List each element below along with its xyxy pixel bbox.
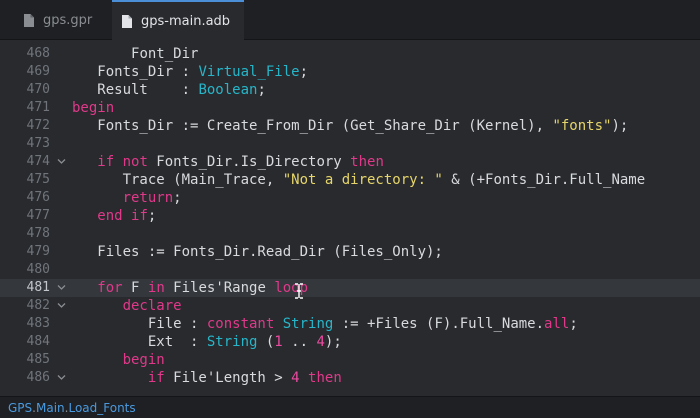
text-cursor-icon xyxy=(294,283,304,299)
line-number: 480 xyxy=(26,262,50,277)
line-number: 479 xyxy=(26,244,50,259)
code-text: return; xyxy=(122,190,182,206)
code-line[interactable]: 478 xyxy=(0,225,700,243)
status-bar: GPS. Main. Load_Fonts xyxy=(0,396,700,418)
code-text: end if; xyxy=(97,208,157,224)
gps-ide-window: gps.gpr gps-main.adb 468 Font_Dir 469 Fon… xyxy=(0,0,700,418)
code-text: Font_Dir xyxy=(131,46,199,62)
code-text: begin xyxy=(72,100,115,116)
code-text: Ext : String (1 .. 4); xyxy=(72,334,342,350)
code-line[interactable]: 485 begin xyxy=(0,351,700,369)
code-line[interactable]: 484 Ext : String (1 .. 4); xyxy=(0,333,700,351)
line-number: 485 xyxy=(26,352,50,367)
code-line[interactable]: 483 File : constant String := +Files (F)… xyxy=(0,315,700,333)
code-line[interactable]: 473 xyxy=(0,135,700,153)
code-text: Files := Fonts_Dir.Read_Dir (Files_Only)… xyxy=(72,244,443,260)
breadcrumb-gps[interactable]: GPS xyxy=(8,401,32,415)
line-number: 471 xyxy=(26,100,50,115)
code-line[interactable]: 470 Result : Boolean; xyxy=(0,81,700,99)
fold-chevron-icon[interactable] xyxy=(57,373,66,382)
line-number: 468 xyxy=(26,46,50,61)
tab-gps-main-adb[interactable]: gps-main.adb xyxy=(112,0,244,40)
line-number: 477 xyxy=(26,208,50,223)
code-text: if File'Length > 4 then xyxy=(147,370,342,386)
code-line[interactable]: 469 Fonts_Dir : Virtual_File; xyxy=(0,63,700,81)
code-line[interactable]: 471 begin xyxy=(0,99,700,117)
code-text: Fonts_Dir := Create_From_Dir (Get_Share_… xyxy=(72,118,629,134)
code-line[interactable]: 476 return; xyxy=(0,189,700,207)
code-line[interactable]: 472 Fonts_Dir := Create_From_Dir (Get_Sh… xyxy=(0,117,700,135)
code-editor[interactable]: 468 Font_Dir 469 Fonts_Dir : Virtual_File… xyxy=(0,40,700,396)
breadcrumb-load-fonts[interactable]: Load_Fonts xyxy=(68,401,135,415)
breadcrumb-main[interactable]: Main xyxy=(36,401,65,415)
code-line[interactable]: 475 Trace (Main_Trace, "Not a directory:… xyxy=(0,171,700,189)
code-line[interactable]: 482 declare xyxy=(0,297,700,315)
line-number: 470 xyxy=(26,82,50,97)
fold-chevron-icon[interactable] xyxy=(57,301,66,310)
code-text: if not Fonts_Dir.Is_Directory then xyxy=(97,154,384,170)
line-number: 483 xyxy=(26,316,50,331)
line-number: 486 xyxy=(26,370,50,385)
line-number: 475 xyxy=(26,172,50,187)
fold-chevron-icon[interactable] xyxy=(57,283,66,292)
line-number: 476 xyxy=(26,190,50,205)
file-icon xyxy=(24,13,34,27)
code-line[interactable]: 481 for F in Files'Range loop xyxy=(0,279,700,297)
code-text: Fonts_Dir : Virtual_File; xyxy=(72,64,309,80)
line-number: 482 xyxy=(26,298,50,313)
editor-tab-bar: gps.gpr gps-main.adb xyxy=(0,0,700,40)
line-number: 478 xyxy=(26,226,50,241)
code-text: Result : Boolean; xyxy=(72,82,266,98)
code-line[interactable]: 480 xyxy=(0,261,700,279)
code-line[interactable]: 486 if File'Length > 4 then xyxy=(0,369,700,387)
line-number: 473 xyxy=(26,136,50,151)
code-text: File : constant String := +Files (F).Ful… xyxy=(72,316,578,332)
fold-chevron-icon[interactable] xyxy=(57,157,66,166)
code-line[interactable]: 468 Font_Dir xyxy=(0,45,700,63)
tab-label: gps-main.adb xyxy=(141,13,231,29)
code-line[interactable]: 477 end if; xyxy=(0,207,700,225)
file-icon xyxy=(122,14,132,28)
line-number: 472 xyxy=(26,118,50,133)
line-number: 474 xyxy=(26,154,50,169)
code-text: Trace (Main_Trace, "Not a directory: " &… xyxy=(72,172,646,188)
tab-gps-gpr[interactable]: gps.gpr xyxy=(24,0,92,40)
tab-label: gps.gpr xyxy=(43,12,93,28)
line-number: 484 xyxy=(26,334,50,349)
code-line[interactable]: 474 if not Fonts_Dir.Is_Directory then xyxy=(0,153,700,171)
code-line[interactable]: 479 Files := Fonts_Dir.Read_Dir (Files_O… xyxy=(0,243,700,261)
code-text: declare xyxy=(122,298,182,314)
code-text: for F in Files'Range loop xyxy=(97,280,309,296)
code-text: begin xyxy=(122,352,165,368)
line-number: 481 xyxy=(26,280,50,295)
line-number: 469 xyxy=(26,64,50,79)
